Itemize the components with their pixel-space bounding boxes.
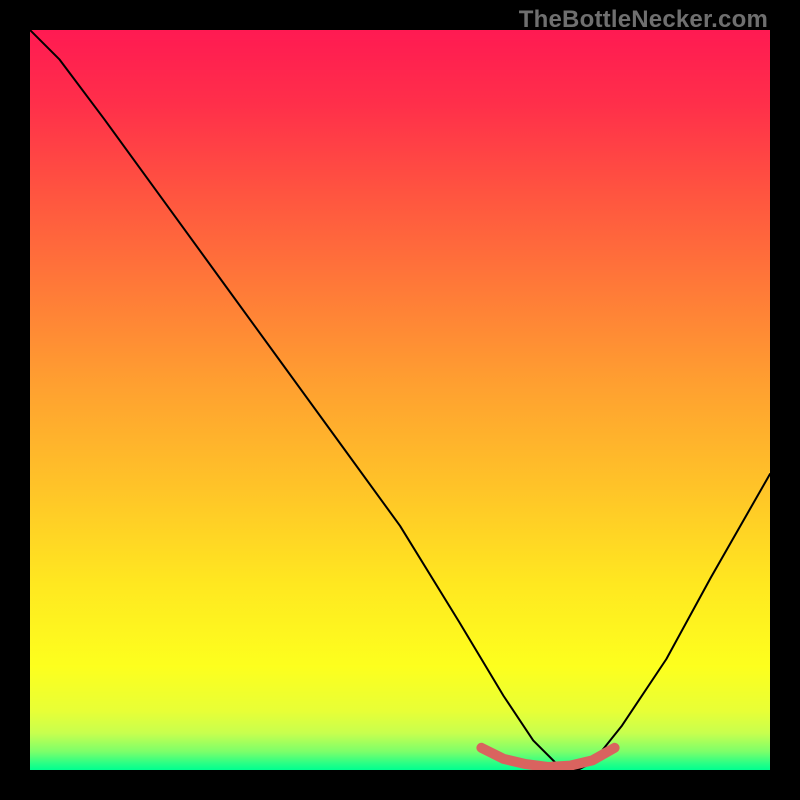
plot-area xyxy=(30,30,770,770)
chart-frame: TheBottleNecker.com xyxy=(0,0,800,800)
bottleneck-curve xyxy=(30,30,770,770)
valley-marker xyxy=(481,748,614,767)
curve-svg xyxy=(30,30,770,770)
